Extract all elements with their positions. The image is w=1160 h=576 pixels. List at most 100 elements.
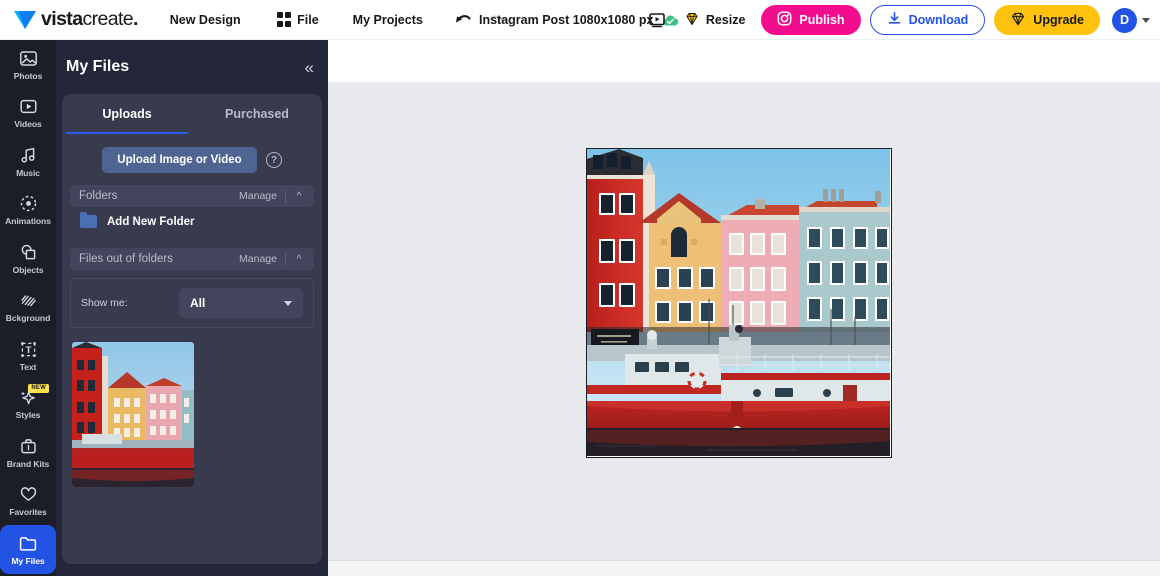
- present-icon[interactable]: [644, 7, 670, 33]
- nav-new-design-label: New Design: [169, 12, 241, 27]
- left-icon-rail: Photos Videos Music Animations Objects B…: [0, 40, 56, 576]
- chevron-down-icon: [1142, 17, 1150, 23]
- top-toolbar: vistacreate. New Design File My Projects: [0, 0, 1160, 40]
- chevron-up-icon[interactable]: ^: [286, 191, 312, 202]
- vistacreate-logo-icon: [14, 10, 37, 30]
- section-files-out-of-folders[interactable]: Files out of folders Manage ^: [70, 248, 314, 270]
- chevron-double-left-icon[interactable]: «: [305, 59, 314, 76]
- grid-icon: [276, 12, 292, 27]
- tab-purchased-label: Purchased: [225, 107, 289, 121]
- nav-file[interactable]: File: [273, 0, 323, 40]
- sidebar-item-text[interactable]: T Text: [0, 331, 56, 380]
- caret-down-icon: [284, 300, 292, 306]
- music-icon: [19, 145, 38, 166]
- animation-icon: [19, 193, 38, 214]
- sidebar-item-label: Objects: [12, 264, 44, 275]
- my-files-panel: My Files « Uploads Purchased Upload Imag…: [56, 40, 328, 576]
- sidebar-item-label: My Files: [11, 555, 45, 566]
- panel-body: Uploads Purchased Upload Image or Video …: [62, 94, 322, 564]
- add-new-folder-label: Add New Folder: [107, 215, 195, 228]
- tab-uploads-label: Uploads: [102, 107, 152, 121]
- upload-thumbnail-nyhavn[interactable]: [72, 342, 194, 487]
- new-badge: NEW: [28, 383, 49, 393]
- upgrade-label: Upgrade: [1033, 13, 1084, 27]
- top-toolbar-actions: Resize Publish Download Upgrade D: [644, 0, 1150, 40]
- sidebar-item-label: Styles: [15, 410, 41, 421]
- sidebar-item-label: Music: [16, 167, 40, 178]
- heart-icon: [19, 484, 38, 505]
- publish-label: Publish: [799, 13, 845, 27]
- nav-new-design[interactable]: New Design: [166, 0, 245, 40]
- upload-image-or-video-button[interactable]: Upload Image or Video: [102, 147, 257, 173]
- sidebar-item-music[interactable]: Music: [0, 137, 56, 186]
- download-icon: [887, 11, 902, 29]
- publish-button[interactable]: Publish: [761, 5, 861, 35]
- panel-tabs: Uploads Purchased: [62, 94, 322, 134]
- chevron-up-icon[interactable]: ^: [286, 254, 312, 265]
- canvas-area[interactable]: 35% Pages: [328, 82, 1160, 560]
- vistacreate-logo[interactable]: vistacreate.: [14, 8, 138, 31]
- download-button[interactable]: Download: [869, 5, 986, 35]
- briefcase-icon: [19, 436, 38, 457]
- sidebar-item-my-files[interactable]: My Files: [0, 525, 56, 574]
- instagram-post-artboard[interactable]: [586, 148, 892, 458]
- canvas-bottom-strip: [328, 560, 1160, 576]
- sidebar-item-label: Animations: [5, 216, 51, 227]
- undo-arrow-icon[interactable]: [453, 10, 473, 30]
- sidebar-item-styles[interactable]: NEW Styles: [0, 380, 56, 429]
- section-folders[interactable]: Folders Manage ^: [70, 185, 314, 207]
- add-new-folder-row[interactable]: Add New Folder: [62, 207, 322, 236]
- objects-icon: [19, 242, 38, 263]
- resize-label: Resize: [705, 13, 746, 27]
- diamond-icon: [684, 11, 700, 30]
- folder-icon: [80, 212, 97, 228]
- resize-button[interactable]: Resize: [684, 11, 746, 30]
- help-icon[interactable]: ?: [266, 152, 282, 168]
- nav-my-projects-label: My Projects: [352, 12, 423, 27]
- tab-uploads[interactable]: Uploads: [62, 94, 192, 134]
- tab-purchased[interactable]: Purchased: [192, 94, 322, 134]
- manage-folders-link[interactable]: Manage: [239, 190, 285, 202]
- logo-text-vista: vista: [41, 8, 83, 30]
- show-me-label: Show me:: [81, 297, 128, 309]
- document-title[interactable]: Instagram Post 1080x1080 px: [479, 13, 653, 27]
- show-me-select[interactable]: All: [179, 288, 303, 318]
- vistacreate-editor: vistacreate. New Design File My Projects: [0, 0, 1160, 576]
- text-icon: T: [19, 339, 38, 360]
- instagram-icon: [777, 11, 792, 29]
- folder-icon: [18, 533, 38, 554]
- nav-my-projects[interactable]: My Projects: [349, 0, 427, 40]
- nyhavn-copenhagen-harbor-photo: [587, 149, 890, 456]
- sidebar-item-favorites[interactable]: Favorites: [0, 477, 56, 526]
- sidebar-item-background[interactable]: Bckground: [0, 283, 56, 332]
- upload-row: Upload Image or Video ?: [62, 147, 322, 173]
- avatar: D: [1112, 7, 1137, 33]
- sidebar-item-videos[interactable]: Videos: [0, 89, 56, 138]
- sidebar-item-label: Videos: [14, 119, 42, 130]
- sidebar-item-animations[interactable]: Animations: [0, 186, 56, 235]
- diamond-icon: [1010, 11, 1026, 30]
- section-files-label: Files out of folders: [79, 253, 173, 265]
- logo-text-dot: .: [133, 9, 138, 30]
- section-folders-label: Folders: [79, 190, 118, 202]
- upgrade-button[interactable]: Upgrade: [994, 5, 1100, 35]
- show-me-value: All: [190, 296, 206, 310]
- sidebar-item-label: Brand Kits: [6, 458, 50, 469]
- sidebar-item-photos[interactable]: Photos: [0, 40, 56, 89]
- canvas-top-strip: [328, 40, 1160, 82]
- logo-text: vistacreate.: [41, 8, 138, 31]
- upload-button-label: Upload Image or Video: [117, 154, 242, 166]
- sidebar-item-label: Text: [19, 361, 37, 372]
- page-title: My Files: [66, 58, 130, 75]
- logo-text-create: create: [82, 8, 134, 30]
- sidebar-item-label: Favorites: [9, 507, 47, 518]
- sidebar-item-brand-kits[interactable]: Brand Kits: [0, 428, 56, 477]
- sidebar-item-label: Bckground: [5, 313, 51, 324]
- account-menu[interactable]: D: [1112, 7, 1150, 33]
- manage-files-link[interactable]: Manage: [239, 253, 285, 265]
- sidebar-item-objects[interactable]: Objects: [0, 234, 56, 283]
- video-icon: [19, 96, 38, 117]
- background-icon: [19, 290, 38, 311]
- show-me-filter: Show me: All: [70, 278, 314, 328]
- uploads-grid: [62, 328, 322, 487]
